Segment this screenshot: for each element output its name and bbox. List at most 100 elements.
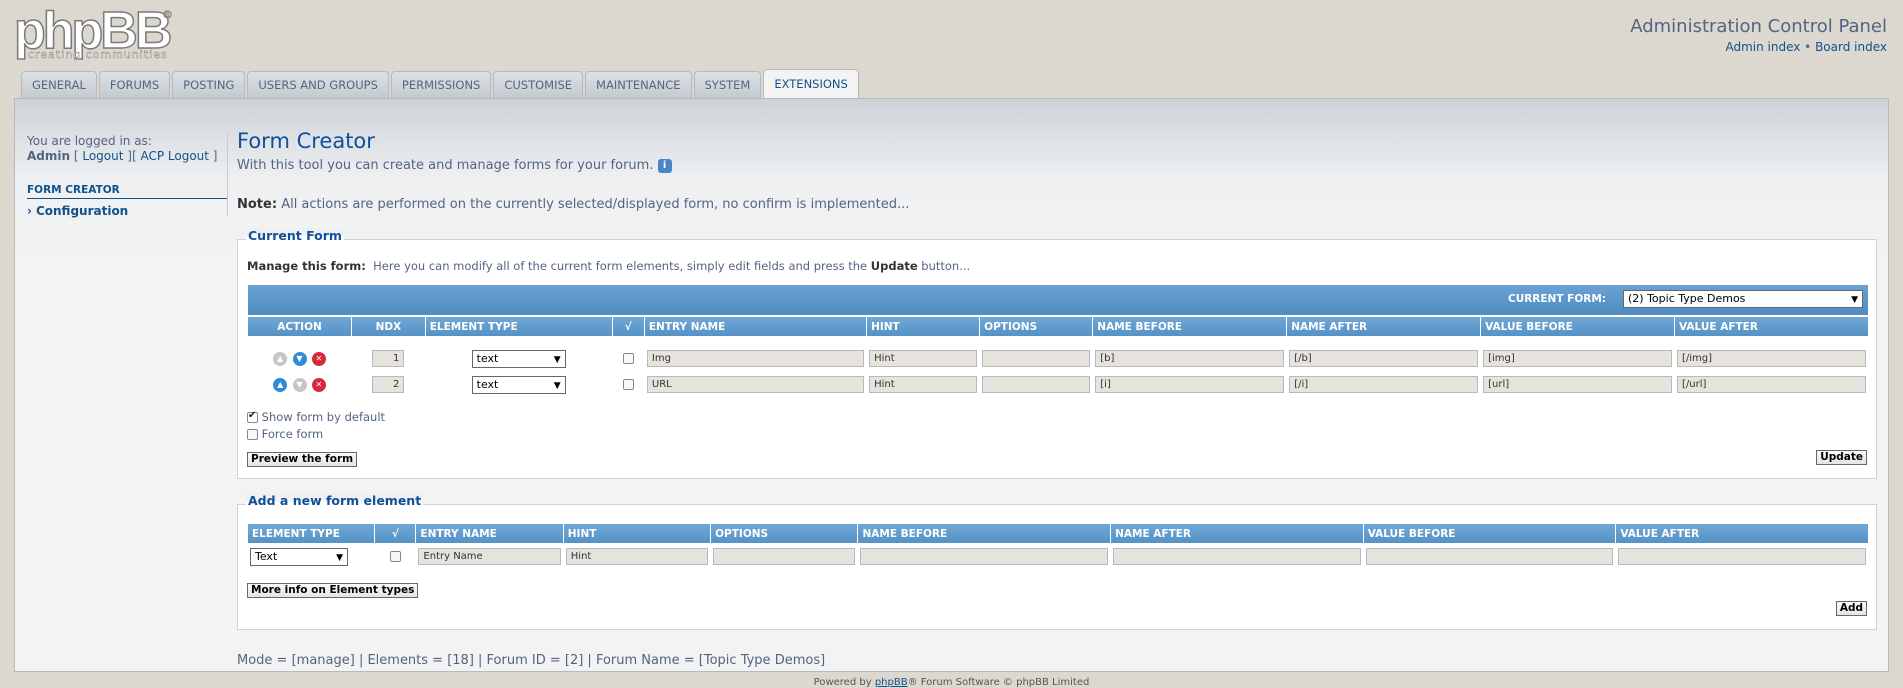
row-actions: ▲ ▼ ✕: [248, 372, 351, 397]
show-default-checkbox[interactable]: [247, 410, 258, 423]
intro-text-body: With this tool you can create and manage…: [237, 158, 654, 173]
admin-index-link[interactable]: Admin index: [1725, 40, 1800, 54]
sidebar-section-form-creator: FORM CREATOR: [27, 184, 227, 199]
entry-name-input[interactable]: Img: [646, 350, 865, 367]
ndx-input[interactable]: 2: [372, 376, 405, 393]
element-type-select[interactable]: text: [471, 375, 566, 394]
options-input[interactable]: [982, 376, 1091, 393]
show-default-option[interactable]: Show form by default: [247, 410, 385, 424]
force-form-label: Force form: [261, 427, 324, 441]
logout-link[interactable]: Logout: [82, 149, 123, 163]
preview-form-button[interactable]: Preview the form: [247, 452, 358, 467]
new-hint-input[interactable]: Hint: [565, 548, 709, 565]
more-info-button[interactable]: More info on Element types: [247, 583, 419, 598]
footer-prefix: Powered by: [813, 677, 872, 688]
delete-icon[interactable]: ✕: [311, 377, 326, 392]
move-down-icon: ▼: [292, 377, 307, 392]
ndx-input[interactable]: 1: [372, 350, 405, 367]
acp-logout-link[interactable]: ACP Logout: [140, 149, 209, 163]
tab-permissions[interactable]: PERMISSIONS: [390, 71, 492, 98]
move-up-icon: ▲: [273, 351, 288, 366]
new-value-after-input[interactable]: [1618, 548, 1866, 565]
value-after-input[interactable]: [/url]: [1677, 376, 1866, 393]
manage-text-end: button...: [921, 259, 971, 273]
link-separator: •: [1804, 40, 1812, 54]
table-row: ▲ ▼ ✕ 1 text Img Hint [b] [/b] [img]: [248, 346, 1868, 371]
col-name-after: NAME AFTER: [1287, 317, 1481, 336]
tab-extensions[interactable]: EXTENSIONS: [763, 69, 859, 98]
tab-users-and-groups[interactable]: USERS AND GROUPS: [247, 71, 389, 98]
intro-text: With this tool you can create and manage…: [237, 158, 1877, 173]
sidebar: You are logged in as: Admin [ Logout ][ …: [27, 134, 227, 218]
section-title: Form Creator: [237, 129, 375, 153]
force-form-checkbox[interactable]: [247, 429, 258, 440]
name-before-input[interactable]: [b]: [1095, 350, 1285, 367]
current-form-label: CURRENT FORM:: [1507, 293, 1606, 305]
name-before-input[interactable]: [i]: [1095, 376, 1285, 393]
col-value-after: VALUE AFTER: [1616, 524, 1868, 543]
content-area: Form Creator With this tool you can crea…: [237, 129, 1877, 668]
force-form-option[interactable]: Force form: [247, 427, 323, 441]
new-element-type-select[interactable]: Text: [250, 547, 348, 566]
manage-update-word: Update: [870, 259, 918, 273]
value-before-input[interactable]: [url]: [1483, 376, 1672, 393]
manage-label: Manage this form:: [247, 259, 366, 273]
add-element-fieldset: Add a new form element ELEMENT TYPE √ EN…: [237, 493, 1877, 630]
page-title: Administration Control Panel: [1630, 16, 1887, 37]
new-name-before-input[interactable]: [860, 548, 1109, 565]
board-index-link[interactable]: Board index: [1815, 40, 1887, 54]
col-name-before: NAME BEFORE: [1093, 317, 1287, 336]
required-checkbox[interactable]: [622, 379, 634, 390]
status-line: Mode = [manage] | Elements = [18] | Foru…: [237, 653, 826, 668]
phpbb-logo[interactable]: phpBB ® creating communities: [13, 4, 174, 62]
footer-suffix: ® Forum Software © phpBB Limited: [907, 677, 1090, 688]
move-up-icon[interactable]: ▲: [273, 377, 288, 392]
new-entry-name-input[interactable]: Entry Name: [418, 548, 561, 565]
current-form-table: ACTION NDX ELEMENT TYPE √ ENTRY NAME HIN…: [247, 316, 1869, 398]
options-input[interactable]: [982, 350, 1091, 367]
tab-customise[interactable]: CUSTOMISE: [493, 71, 584, 98]
note-body: All actions are performed on the current…: [281, 197, 910, 212]
new-name-after-input[interactable]: [1113, 548, 1361, 565]
tab-forums[interactable]: FORUMS: [98, 71, 171, 98]
footer: Powered by phpBB® Forum Software © phpBB…: [0, 677, 1903, 688]
logged-in-label: You are logged in as:: [27, 134, 152, 148]
value-before-input[interactable]: [img]: [1483, 350, 1672, 367]
col-element-type: ELEMENT TYPE: [425, 317, 612, 336]
col-options: OPTIONS: [980, 317, 1093, 336]
current-form-select[interactable]: (2) Topic Type Demos: [1623, 290, 1863, 308]
tab-posting[interactable]: POSTING: [172, 71, 246, 98]
footer-phpbb-link[interactable]: phpBB: [875, 677, 908, 688]
note-text: Note: All actions are performed on the c…: [237, 197, 1877, 212]
tab-maintenance[interactable]: MAINTENANCE: [585, 71, 692, 98]
manage-description: Manage this form: Here you can modify al…: [247, 259, 970, 273]
new-required-checkbox[interactable]: [389, 551, 401, 562]
value-after-input[interactable]: [/img]: [1677, 350, 1866, 367]
update-button[interactable]: Update: [1816, 450, 1867, 465]
entry-name-input[interactable]: URL: [646, 376, 865, 393]
current-form-legend: Current Form: [246, 228, 344, 243]
hint-input[interactable]: Hint: [869, 376, 978, 393]
note-label: Note:: [237, 197, 278, 212]
add-button[interactable]: Add: [1835, 601, 1867, 616]
tab-system[interactable]: SYSTEM: [693, 71, 762, 98]
row-actions: ▲ ▼ ✕: [248, 346, 351, 371]
sidebar-item-configuration[interactable]: Configuration: [27, 204, 227, 218]
delete-icon[interactable]: ✕: [311, 351, 326, 366]
hint-input[interactable]: Hint: [869, 350, 978, 367]
element-type-select[interactable]: text: [471, 349, 566, 368]
name-after-input[interactable]: [/i]: [1289, 376, 1479, 393]
new-value-before-input[interactable]: [1365, 548, 1614, 565]
add-element-table: ELEMENT TYPE √ ENTRY NAME HINT OPTIONS N…: [247, 523, 1869, 570]
info-icon[interactable]: i: [657, 159, 672, 173]
new-options-input[interactable]: [713, 548, 856, 565]
required-checkbox[interactable]: [622, 353, 634, 364]
logo-registered: ®: [162, 8, 174, 22]
move-down-icon[interactable]: ▼: [292, 351, 307, 366]
current-form-bar: CURRENT FORM: (2) Topic Type Demos: [248, 285, 1868, 315]
col-entry-name: ENTRY NAME: [416, 524, 563, 543]
tab-general[interactable]: GENERAL: [21, 71, 97, 98]
name-after-input[interactable]: [/b]: [1289, 350, 1479, 367]
login-info: You are logged in as: Admin [ Logout ][ …: [27, 134, 227, 164]
col-entry-name: ENTRY NAME: [644, 317, 867, 336]
